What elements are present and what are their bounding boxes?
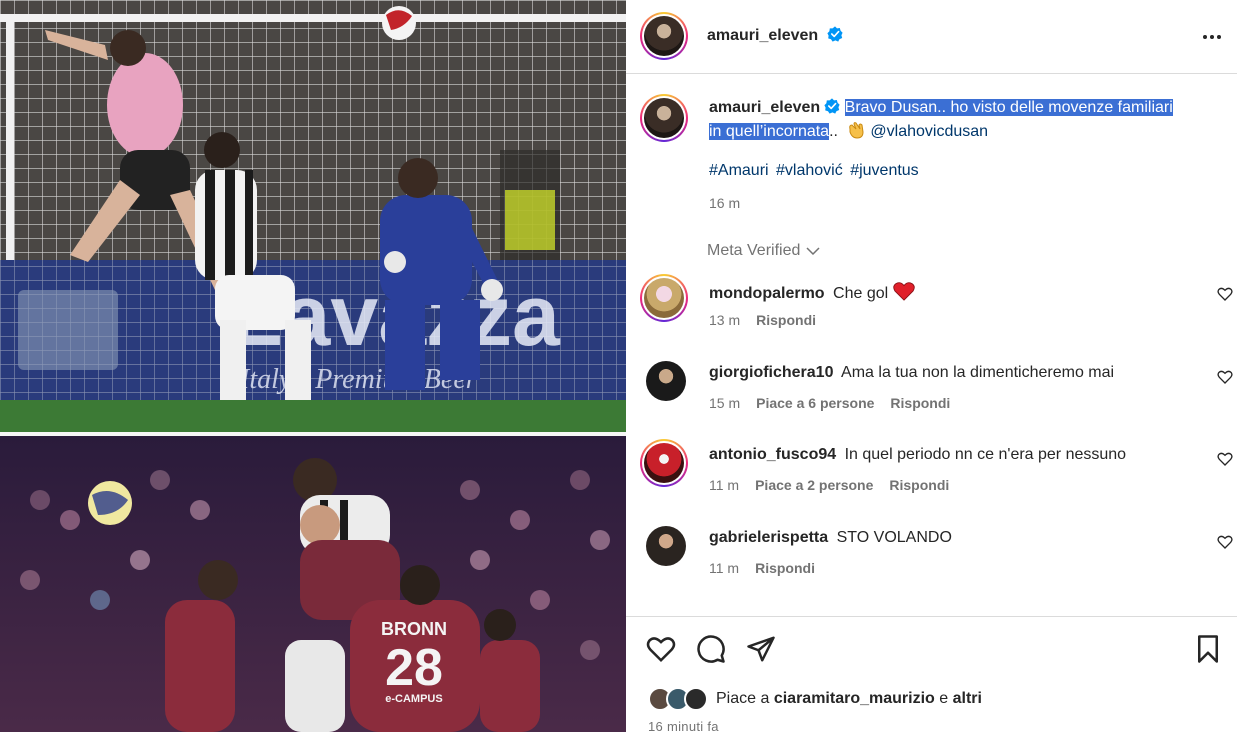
commenter-username[interactable]: antonio_fusco94 — [709, 446, 836, 463]
liker-avatar-stack[interactable] — [648, 687, 710, 711]
comment-time[interactable]: 11 m — [709, 477, 739, 493]
liked-by-summary: Piace a ciaramitaro_maurizio e altri — [648, 687, 982, 711]
comment-item: mondopalermo Che gol 13 m Rispondi — [626, 274, 1237, 354]
commenter-username[interactable]: gabrielerispetta — [709, 529, 828, 546]
like-heart-icon[interactable] — [646, 634, 676, 664]
caption-username[interactable]: amauri_eleven — [709, 99, 820, 116]
comment-meta: 13 m Rispondi — [709, 312, 816, 328]
post-actions-bar: Piace a ciaramitaro_maurizio e altri 16 … — [626, 616, 1237, 732]
liked-by-username[interactable]: ciaramitaro_maurizio — [774, 690, 935, 708]
author-username[interactable]: amauri_eleven — [707, 27, 818, 44]
comment-time[interactable]: 13 m — [709, 312, 740, 328]
comment-like-heart-icon[interactable] — [1217, 451, 1233, 467]
save-bookmark-icon[interactable] — [1193, 634, 1223, 664]
post-detail-panel: amauri_eleven amauri_eleven Bravo Dusan.… — [626, 0, 1237, 732]
comment-line: mondopalermo Che gol — [709, 281, 915, 303]
post-image: Lavazza Italy's Premium Beer — [0, 0, 626, 732]
likes-others-link[interactable]: altri — [953, 690, 982, 708]
hashtag-link[interactable]: #Amauri — [709, 162, 769, 179]
verified-badge-icon — [827, 26, 843, 42]
comment-likes-count[interactable]: Piace a 6 persone — [756, 395, 874, 411]
comment-item: giorgiofichera10 Ama la tua non la dimen… — [626, 357, 1237, 437]
post-image-collage: Lavazza Italy's Premium Beer — [0, 0, 626, 732]
bottom-photo: BRONN 28 e-CAMPUS — [0, 436, 626, 732]
caption-author-avatar[interactable] — [640, 94, 688, 142]
caption-ellipsis: .. — [829, 123, 838, 140]
reply-button[interactable]: Rispondi — [889, 477, 949, 493]
reply-button[interactable]: Rispondi — [890, 395, 950, 411]
comment-line: gabrielerispetta STO VOLANDO — [709, 529, 952, 547]
commenter-avatar[interactable] — [646, 526, 686, 566]
comment-meta: 15 m Piace a 6 persone Rispondi — [709, 395, 950, 411]
caption-highlighted-text-1: Bravo Dusan.. ho visto delle movenze fam… — [844, 99, 1173, 116]
chevron-down-icon — [806, 247, 820, 256]
shirt-name: BRONN — [381, 619, 447, 639]
comment-line: giorgiofichera10 Ama la tua non la dimen… — [709, 364, 1114, 382]
comment-like-heart-icon[interactable] — [1217, 369, 1233, 385]
commenter-avatar[interactable] — [640, 439, 688, 487]
caption-mention-link[interactable]: @vlahovicdusan — [870, 123, 988, 140]
reply-button[interactable]: Rispondi — [756, 312, 816, 328]
comment-like-heart-icon[interactable] — [1217, 534, 1233, 550]
author-username-link[interactable]: amauri_eleven — [707, 26, 843, 45]
comment-item: gabrielerispetta STO VOLANDO 11 m Rispon… — [626, 522, 1237, 602]
comment-text: In quel periodo nn ce n'era per nessuno — [844, 446, 1127, 463]
meta-verified-label: Meta Verified — [707, 242, 801, 259]
red-heart-emoji-icon — [892, 282, 915, 301]
comment-meta: 11 m Rispondi — [709, 560, 815, 576]
reply-button[interactable]: Rispondi — [755, 560, 815, 576]
comment-like-heart-icon[interactable] — [1217, 286, 1233, 302]
comment-item: antonio_fusco94 In quel periodo nn ce n'… — [626, 439, 1237, 519]
caption-highlighted-text-2: in quell’incornata — [709, 123, 830, 140]
comment-bubble-icon[interactable] — [696, 634, 726, 664]
author-avatar[interactable] — [640, 12, 688, 60]
clapping-hands-emoji-icon — [849, 122, 864, 139]
more-options-button[interactable] — [1199, 24, 1225, 50]
commenter-username[interactable]: giorgiofichera10 — [709, 364, 833, 381]
caption-timestamp[interactable]: 16 m — [709, 195, 740, 211]
comment-text: Ama la tua non la dimenticheremo mai — [841, 364, 1115, 381]
caption-verified-badge-icon — [824, 98, 840, 114]
comment-time[interactable]: 11 m — [709, 560, 739, 576]
shirt-number: 28 — [385, 639, 443, 697]
caption-hashtags: #Amauri #vlahović #juventus — [709, 162, 922, 180]
hashtag-link[interactable]: #vlahović — [776, 162, 843, 179]
comment-text: STO VOLANDO — [836, 529, 952, 546]
caption-text: amauri_eleven Bravo Dusan.. ho visto del… — [709, 96, 1209, 144]
likes-prefix: Piace a — [716, 690, 770, 707]
comment-time[interactable]: 15 m — [709, 395, 740, 411]
comment-line: antonio_fusco94 In quel periodo nn ce n'… — [709, 446, 1126, 464]
commenter-avatar[interactable] — [646, 361, 686, 401]
comment-meta: 11 m Piace a 2 persone Rispondi — [709, 477, 949, 493]
commenter-username[interactable]: mondopalermo — [709, 285, 825, 302]
likes-conjunction: e — [939, 690, 949, 707]
top-photo: Lavazza Italy's Premium Beer — [0, 0, 626, 432]
post-timestamp[interactable]: 16 minuti fa — [648, 719, 719, 732]
share-paper-plane-icon[interactable] — [746, 634, 776, 664]
post-header: amauri_eleven — [626, 0, 1237, 74]
meta-verified-toggle[interactable]: Meta Verified — [707, 242, 820, 260]
comment-likes-count[interactable]: Piace a 2 persone — [755, 477, 873, 493]
hashtag-link[interactable]: #juventus — [850, 162, 919, 179]
shirt-sponsor: e-CAMPUS — [385, 693, 442, 705]
commenter-avatar[interactable] — [640, 274, 688, 322]
comment-text: Che gol — [833, 285, 889, 302]
